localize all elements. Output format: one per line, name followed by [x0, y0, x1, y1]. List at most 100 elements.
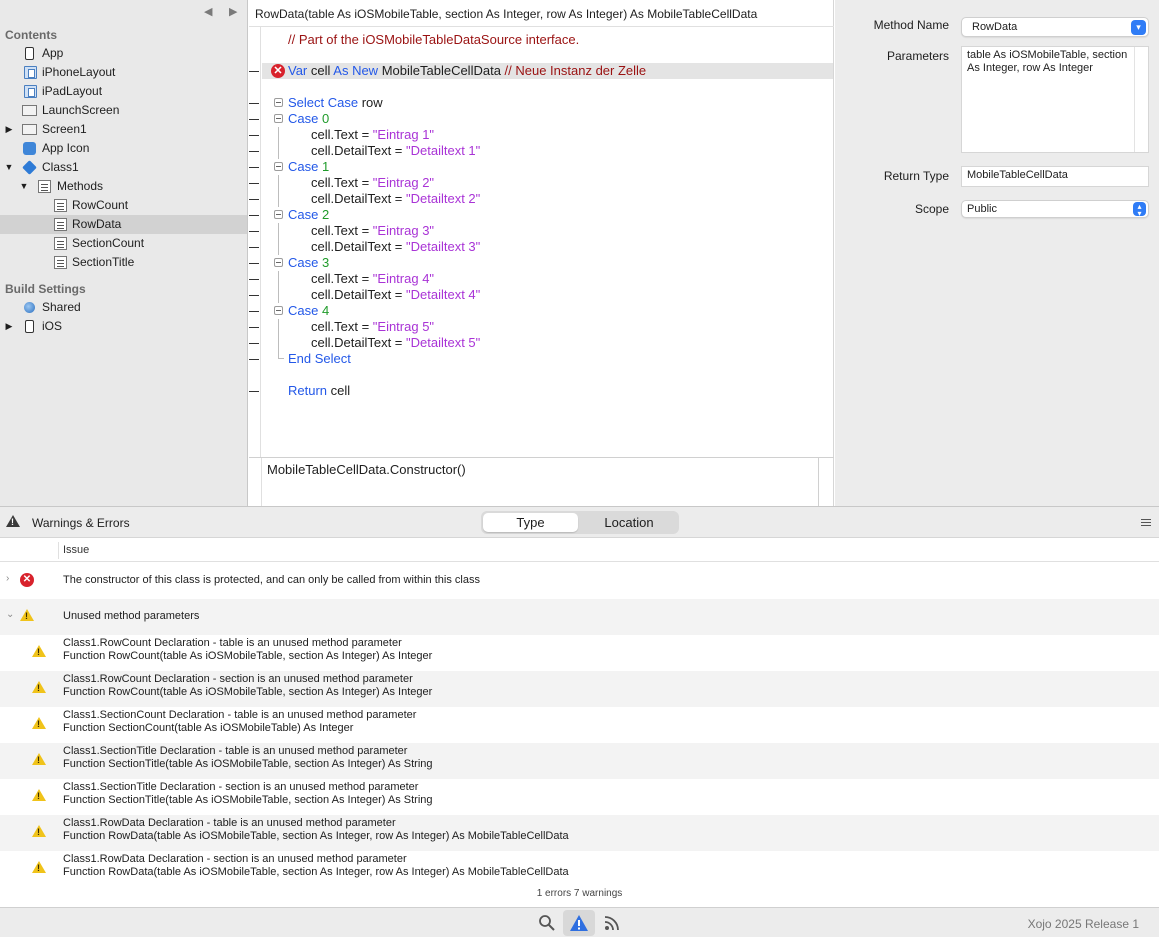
- nav-item-ipadlayout[interactable]: iPadLayout: [0, 82, 247, 101]
- code-string: "Eintrag 2": [372, 175, 435, 190]
- code-line[interactable]: Case 3: [249, 255, 833, 271]
- issue-row-warning[interactable]: Class1.SectionTitle Declaration - sectio…: [0, 779, 1159, 815]
- code-line[interactable]: cell.DetailText = "Detailtext 1": [249, 143, 833, 159]
- issue-row-error[interactable]: › ✕ The constructor of this class is pro…: [0, 563, 1159, 599]
- up-down-chevron-icon[interactable]: ▴ ▾: [1133, 202, 1146, 218]
- nav-item-rowdata[interactable]: RowData: [0, 215, 247, 234]
- code-line[interactable]: cell.DetailText = "Detailtext 5": [249, 335, 833, 351]
- warning-icon: [32, 861, 46, 873]
- nav-item-methods[interactable]: ▼ Methods: [0, 177, 247, 196]
- code-editor[interactable]: RowData(table As iOSMobileTable, section…: [249, 0, 834, 507]
- code-line[interactable]: cell.Text = "Eintrag 1": [249, 127, 833, 143]
- rss-feed-icon[interactable]: [604, 914, 621, 931]
- autocomplete-area[interactable]: MobileTableCellData.Constructor(): [249, 457, 834, 507]
- nav-item-app[interactable]: App: [0, 44, 247, 63]
- code-line[interactable]: cell.Text = "Eintrag 5": [249, 319, 833, 335]
- code-number: 0: [318, 111, 330, 126]
- method-name-combobox[interactable]: RowData ▾: [961, 17, 1149, 37]
- warning-icon: [32, 681, 46, 693]
- code-line[interactable]: cell.Text = "Eintrag 2": [249, 175, 833, 191]
- triangle-right-icon[interactable]: ▶: [229, 5, 237, 18]
- code-line[interactable]: Case 2: [249, 207, 833, 223]
- disclosure-right-icon[interactable]: ▶: [4, 317, 14, 336]
- issue-row-warning[interactable]: Class1.SectionCount Declaration - table …: [0, 707, 1159, 743]
- fold-guide: [278, 223, 279, 239]
- nav-item-app-icon[interactable]: App Icon: [0, 139, 247, 158]
- code-line[interactable]: cell.Text = "Eintrag 3": [249, 223, 833, 239]
- warning-icon: [32, 645, 46, 657]
- autocomplete-scroll-divider: [818, 458, 819, 507]
- code-line[interactable]: End Select: [249, 351, 833, 367]
- return-type-value: MobileTableCellData: [967, 169, 1068, 181]
- shared-icon: [24, 302, 35, 313]
- code-line-error[interactable]: ✕ Var cell As New MobileTableCellData //…: [249, 63, 833, 79]
- method-signature: RowData(table As iOSMobileTable, section…: [249, 0, 834, 27]
- gutter-tick: [249, 279, 259, 280]
- code-line[interactable]: Case 1: [249, 159, 833, 175]
- nav-item-sectiontitle[interactable]: SectionTitle: [0, 253, 247, 272]
- issue-row-warning[interactable]: Class1.SectionTitle Declaration - table …: [0, 743, 1159, 779]
- gutter-tick: [249, 167, 259, 168]
- code-line[interactable]: cell.DetailText = "Detailtext 2": [249, 191, 833, 207]
- tab-type[interactable]: Type: [483, 513, 578, 532]
- parameters-field[interactable]: table As iOSMobileTable, section As Inte…: [961, 46, 1149, 153]
- fold-toggle-icon[interactable]: [274, 210, 283, 219]
- return-type-field[interactable]: MobileTableCellData: [961, 166, 1149, 187]
- code-line[interactable]: Return cell: [249, 383, 833, 399]
- error-icon[interactable]: ✕: [271, 64, 285, 78]
- code-line[interactable]: cell.DetailText = "Detailtext 4": [249, 287, 833, 303]
- fold-guide: [278, 287, 279, 303]
- code-text: cell.DetailText =: [311, 287, 407, 302]
- chevron-right-icon[interactable]: ›: [6, 573, 9, 584]
- hamburger-menu-icon[interactable]: [1141, 519, 1151, 520]
- gutter-tick: [249, 183, 259, 184]
- code-line[interactable]: Select Case row: [249, 95, 833, 111]
- nav-item-rowcount[interactable]: RowCount: [0, 196, 247, 215]
- code-line[interactable]: cell.DetailText = "Detailtext 3": [249, 239, 833, 255]
- triangle-left-icon[interactable]: ◀: [204, 5, 212, 18]
- nav-item-iphonelayout[interactable]: iPhoneLayout: [0, 63, 247, 82]
- code-comment: // Neue Instanz der Zelle: [504, 63, 647, 78]
- issue-group-unused-params[interactable]: ⌄ Unused method parameters: [0, 599, 1159, 635]
- fold-guide: [278, 239, 279, 255]
- nav-item-sectioncount[interactable]: SectionCount: [0, 234, 247, 253]
- issue-text: Class1.SectionTitle Declaration - table …: [63, 745, 408, 757]
- search-icon[interactable]: [538, 914, 555, 931]
- nav-item-ios[interactable]: ▶ iOS: [0, 317, 247, 336]
- nav-item-launchscreen[interactable]: LaunchScreen: [0, 101, 247, 120]
- issue-row-warning[interactable]: Class1.RowData Declaration - section is …: [0, 851, 1159, 887]
- code-line[interactable]: Case 0: [249, 111, 833, 127]
- tab-location[interactable]: Location: [581, 513, 677, 532]
- fold-toggle-icon[interactable]: [274, 162, 283, 171]
- chevron-down-icon[interactable]: ▾: [1131, 20, 1146, 35]
- code-keyword: Case: [288, 255, 319, 270]
- disclosure-down-icon[interactable]: ▼: [4, 158, 14, 177]
- nav-item-screen1[interactable]: ▶ Screen1: [0, 120, 247, 139]
- code-line[interactable]: cell.Text = "Eintrag 4": [249, 271, 833, 287]
- fold-toggle-icon[interactable]: [274, 306, 283, 315]
- nav-item-shared[interactable]: Shared: [0, 298, 247, 317]
- group-by-segmented-control: Type Location: [481, 511, 679, 534]
- gutter-tick: [249, 199, 259, 200]
- issue-row-warning[interactable]: Class1.RowCount Declaration - table is a…: [0, 635, 1159, 671]
- disclosure-down-icon[interactable]: ▼: [19, 177, 29, 196]
- disclosure-right-icon[interactable]: ▶: [4, 120, 14, 139]
- chevron-down-icon[interactable]: ⌄: [6, 609, 14, 620]
- fold-toggle-icon[interactable]: [274, 114, 283, 123]
- issue-detail: Function RowCount(table As iOSMobileTabl…: [63, 686, 433, 698]
- scope-popup[interactable]: Public ▴ ▾: [961, 200, 1149, 218]
- code-keyword: End Select: [288, 351, 351, 366]
- gutter-tick: [249, 151, 259, 152]
- column-issue-header[interactable]: Issue: [63, 544, 89, 556]
- contents-heading: Contents: [5, 28, 57, 42]
- fold-toggle-icon[interactable]: [274, 98, 283, 107]
- warnings-tab-button[interactable]: [563, 910, 595, 936]
- warning-triangle-icon: [570, 915, 588, 931]
- issue-row-warning[interactable]: Class1.RowCount Declaration - section is…: [0, 671, 1159, 707]
- fold-toggle-icon[interactable]: [274, 258, 283, 267]
- code-line[interactable]: Case 4: [249, 303, 833, 319]
- nav-item-class1[interactable]: ▼ Class1: [0, 158, 247, 177]
- code-line[interactable]: // Part of the iOSMobileTableDataSource …: [262, 32, 833, 48]
- warning-icon: [32, 753, 46, 765]
- issue-row-warning[interactable]: Class1.RowData Declaration - table is an…: [0, 815, 1159, 851]
